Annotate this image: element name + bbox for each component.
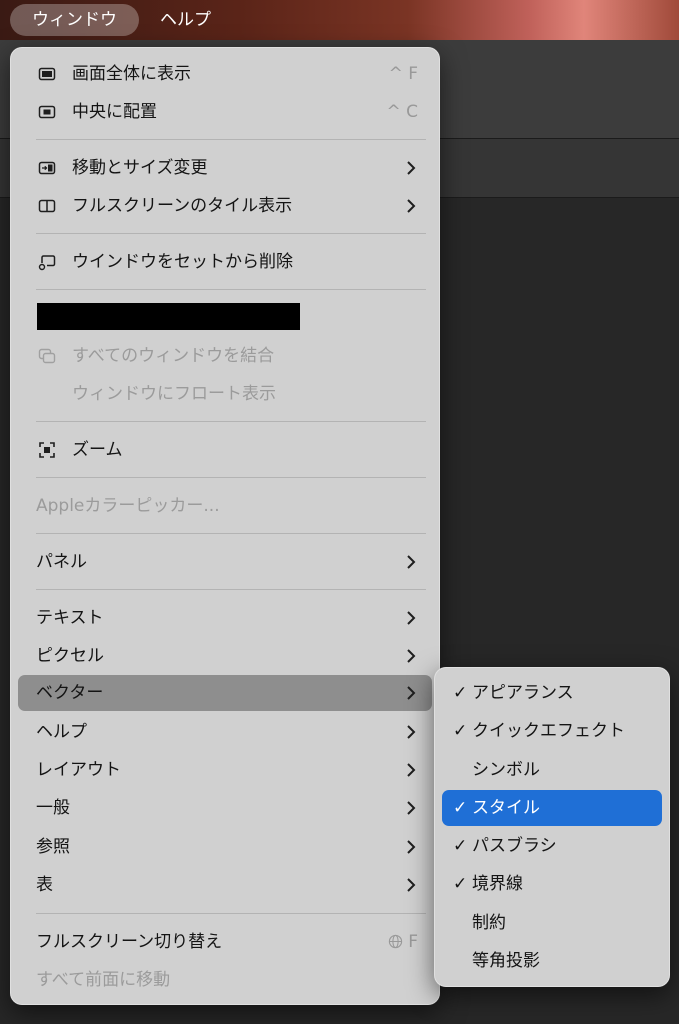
menu-item-label: ヘルプ	[36, 722, 87, 742]
shortcut-text: ^ F	[389, 56, 418, 92]
checkmark-icon: ✓	[453, 798, 468, 818]
submenu-item-label: スタイル	[472, 798, 540, 818]
menu-item-label: 中央に配置	[72, 102, 157, 122]
menu-item-label: ピクセル	[36, 646, 104, 666]
shortcut: ^ F	[388, 64, 418, 84]
submenu-item-constraints[interactable]: 制約	[442, 905, 662, 941]
chevron-right-icon	[407, 840, 416, 854]
menu-item-reference[interactable]: 参照	[18, 829, 432, 865]
menu-item-label: テキスト	[36, 608, 104, 628]
chevron-right-icon	[407, 199, 416, 213]
submenu-item-label: 等角投影	[472, 951, 540, 971]
submenu-item-quick-effect[interactable]: ✓ クイックエフェクト	[442, 713, 662, 749]
menu-item-label: フルスクリーンのタイル表示	[72, 196, 293, 216]
chevron-right-icon	[407, 878, 416, 892]
submenu-item-label: パスブラシ	[472, 836, 557, 856]
checkmark-icon: ✓	[453, 874, 468, 894]
menu-separator	[36, 533, 426, 534]
menu-item-label: 参照	[36, 837, 70, 857]
menu-item-label: 表	[36, 875, 53, 895]
submenu-item-label: アピアランス	[472, 683, 574, 703]
chevron-right-icon	[407, 649, 416, 663]
chevron-right-icon	[407, 161, 416, 175]
submenu-item-label: クイックエフェクト	[472, 721, 625, 741]
menu-item-label: フルスクリーン切り替え	[36, 932, 223, 952]
menu-item-move-resize[interactable]: 移動とサイズ変更	[18, 150, 432, 186]
redacted-item	[37, 303, 300, 330]
menu-separator	[36, 477, 426, 478]
menu-item-label: ウインドウをセットから削除	[72, 252, 293, 272]
chevron-right-icon	[407, 801, 416, 815]
menu-item-panel[interactable]: パネル	[18, 544, 432, 580]
chevron-right-icon	[407, 763, 416, 777]
submenu-item-label: 制約	[472, 913, 506, 933]
submenu-item-path-brush[interactable]: ✓ パスブラシ	[442, 828, 662, 864]
submenu-item-style[interactable]: ✓ スタイル	[442, 790, 662, 826]
menu-item-label: 一般	[36, 798, 70, 818]
tile-icon	[38, 199, 56, 213]
menu-item-fullscreen-tile[interactable]: フルスクリーンのタイル表示	[18, 188, 432, 224]
window-fill-icon	[38, 67, 56, 81]
shortcut: ^ C	[386, 102, 418, 122]
menu-item-pixel[interactable]: ピクセル	[18, 638, 432, 674]
checkmark-icon: ✓	[453, 836, 468, 856]
menu-item-fill-screen[interactable]: 画面全体に表示 ^ F	[18, 56, 432, 92]
menu-item-label: ウィンドウにフロート表示	[72, 384, 276, 404]
menu-item-text[interactable]: テキスト	[18, 600, 432, 636]
submenu-item-label: シンボル	[472, 760, 540, 780]
remove-window-icon	[38, 255, 56, 271]
menu-item-float[interactable]: ウィンドウにフロート表示	[18, 376, 432, 412]
menu-separator	[36, 289, 426, 290]
menu-item-label: レイアウト	[36, 760, 121, 780]
chevron-right-icon	[407, 686, 416, 700]
menu-item-label: ズーム	[72, 440, 123, 460]
menu-bar: ウィンドウ ヘルプ	[0, 0, 679, 40]
menubar-help[interactable]: ヘルプ	[160, 4, 211, 36]
zoom-icon	[39, 442, 55, 458]
menubar-window[interactable]: ウィンドウ	[10, 4, 139, 36]
menu-item-label: パネル	[36, 552, 87, 572]
window-menu: 画面全体に表示 ^ F 中央に配置 ^ C 移動とサイズ変更 フルスクリーンのタ…	[10, 47, 440, 1005]
window-center-icon	[38, 105, 56, 119]
menu-separator	[36, 913, 426, 914]
menu-item-label: ベクター	[36, 683, 104, 703]
menu-separator	[36, 589, 426, 590]
menu-item-toggle-fullscreen[interactable]: フルスクリーン切り替え F	[18, 924, 432, 960]
checkmark-icon: ✓	[453, 721, 468, 741]
menu-item-label: 移動とサイズ変更	[72, 158, 208, 178]
menu-item-label: Appleカラーピッカー...	[36, 496, 220, 516]
chevron-right-icon	[407, 725, 416, 739]
shortcut-key: F	[408, 932, 418, 952]
chevron-right-icon	[407, 611, 416, 625]
menu-item-label: 画面全体に表示	[72, 64, 191, 84]
menu-item-zoom[interactable]: ズーム	[18, 432, 432, 468]
vector-submenu: ✓ アピアランス ✓ クイックエフェクト シンボル ✓ スタイル ✓ パスブラシ…	[434, 667, 670, 987]
menu-item-label: すべて前面に移動	[36, 970, 171, 990]
menu-item-help[interactable]: ヘルプ	[18, 714, 432, 750]
menu-item-merge-all[interactable]: すべてのウィンドウを結合	[18, 338, 432, 374]
submenu-item-isometric[interactable]: 等角投影	[442, 943, 662, 979]
menu-item-layout[interactable]: レイアウト	[18, 752, 432, 788]
menu-separator	[36, 421, 426, 422]
menu-item-bring-all-front[interactable]: すべて前面に移動	[18, 962, 432, 998]
globe-icon	[388, 934, 402, 949]
submenu-item-label: 境界線	[472, 874, 523, 894]
menu-separator	[36, 233, 426, 234]
shortcut: F	[388, 924, 418, 960]
menu-item-center[interactable]: 中央に配置 ^ C	[18, 94, 432, 130]
chevron-right-icon	[407, 555, 416, 569]
submenu-item-symbol[interactable]: シンボル	[442, 752, 662, 788]
menu-item-vector[interactable]: ベクター	[18, 675, 432, 711]
menu-item-color-picker[interactable]: Appleカラーピッカー...	[18, 488, 432, 524]
menu-item-table[interactable]: 表	[18, 867, 432, 903]
menu-item-general[interactable]: 一般	[18, 790, 432, 826]
move-resize-icon	[38, 161, 56, 175]
checkmark-icon: ✓	[453, 683, 468, 703]
submenu-item-stroke[interactable]: ✓ 境界線	[442, 866, 662, 902]
merge-windows-icon	[38, 348, 56, 364]
submenu-item-appearance[interactable]: ✓ アピアランス	[442, 675, 662, 711]
menu-item-remove-from-set[interactable]: ウインドウをセットから削除	[18, 244, 432, 280]
menu-item-label: すべてのウィンドウを結合	[72, 346, 275, 366]
menu-separator	[36, 139, 426, 140]
